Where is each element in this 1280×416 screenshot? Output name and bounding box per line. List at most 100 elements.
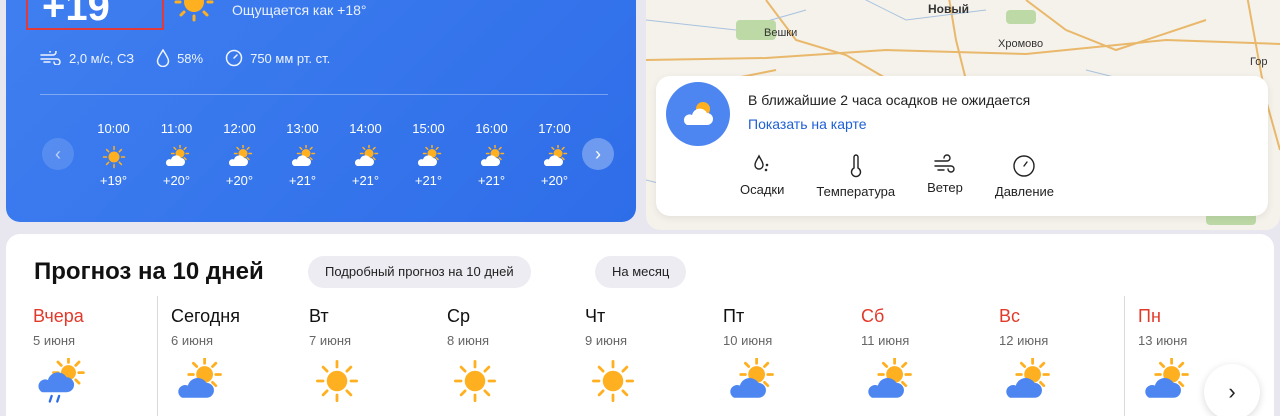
day-name: Сегодня — [171, 306, 240, 326]
day-item[interactable]: Чт 9 июня — [572, 296, 710, 416]
hour-temp: +21° — [288, 173, 317, 188]
map-layer-tabs: Осадки Температура Ветер Давление — [740, 154, 1086, 199]
sun-icon — [316, 360, 358, 402]
hour-item[interactable]: 14:00 +21° — [334, 121, 397, 188]
ten-day-forecast: Прогноз на 10 дней Подробный прогноз на … — [6, 234, 1274, 416]
hourly-forecast: 10:00 +19° 11:00 +20° 12:00 +20° 13:00 +21° 14:0… — [82, 121, 586, 188]
divider — [40, 94, 608, 95]
sun-icon — [592, 360, 634, 402]
gauge-icon — [225, 49, 243, 67]
precipitation-message: В ближайшие 2 часа осадков не ожидается — [748, 92, 1031, 108]
hour-item[interactable]: 16:00 +21° — [460, 121, 523, 188]
partly-cloudy-icon — [417, 144, 441, 166]
hour-temp: +20° — [540, 173, 569, 188]
hour-time: 14:00 — [349, 121, 382, 136]
hourly-next-button[interactable]: › — [582, 138, 614, 170]
forecast-title: Прогноз на 10 дней — [34, 258, 264, 285]
day-name: Пн — [1138, 306, 1161, 326]
hour-item[interactable]: 17:00 +20° — [523, 121, 586, 188]
hour-time: 17:00 — [538, 121, 571, 136]
day-date: 9 июня — [585, 333, 628, 348]
month-forecast-button[interactable]: На месяц — [595, 256, 687, 288]
day-name: Чт — [585, 306, 606, 326]
hour-item[interactable]: 11:00 +20° — [145, 121, 208, 188]
tab-label: Давление — [994, 184, 1055, 199]
day-name: Ср — [447, 306, 471, 326]
hour-temp: +21° — [477, 173, 506, 188]
current-temperature[interactable]: +19 — [26, 0, 164, 30]
hour-time: 16:00 — [475, 121, 508, 136]
pressure-info: 750 мм рт. ст. — [225, 49, 330, 67]
day-item[interactable]: Вт 7 июня — [296, 296, 434, 416]
day-item[interactable]: Вчера 5 июня — [20, 296, 158, 416]
hour-time: 11:00 — [160, 121, 193, 136]
current-weather-card: +19 Ощущается как +18° 2,0 м/с, СЗ 58% 7… — [6, 0, 636, 222]
days-row: Вчера 5 июня Сегодня 6 июня Вт 7 июня Ср 8 июня… — [20, 296, 1262, 416]
humidity-info: 58% — [156, 49, 203, 67]
day-name: Сб — [861, 306, 885, 326]
day-name: Вчера — [33, 306, 84, 326]
forecast-next-button[interactable]: › — [1204, 364, 1260, 416]
hour-item[interactable]: 13:00 +21° — [271, 121, 334, 188]
hour-time: 10:00 — [97, 121, 130, 136]
map-label-town: Вешки — [764, 27, 798, 39]
day-date: 5 июня — [33, 333, 76, 348]
precipitation-card: В ближайшие 2 часа осадков не ожидается … — [656, 76, 1268, 216]
hour-time: 13:00 — [286, 121, 319, 136]
day-item[interactable]: Пт 10 июня — [710, 296, 848, 416]
partly-cloudy-icon — [165, 144, 189, 166]
wind-icon — [40, 51, 61, 65]
map-label-city: Новый — [928, 2, 969, 16]
drops-icon — [754, 154, 769, 172]
humidity-value: 58% — [177, 50, 204, 66]
partly-cloudy-icon — [228, 144, 252, 166]
day-date: 7 июня — [309, 333, 352, 348]
day-date: 11 июня — [861, 333, 910, 348]
map-label-edge: Гор — [1250, 56, 1268, 68]
day-item[interactable]: Вс 12 июня — [986, 296, 1124, 416]
partly-cloudy-icon — [291, 144, 315, 166]
partly-cloudy-icon — [354, 144, 378, 166]
detailed-forecast-button[interactable]: Подробный прогноз на 10 дней — [308, 256, 531, 288]
day-item[interactable]: Сегодня 6 июня — [158, 296, 296, 416]
partly-cloudy-icon — [1006, 357, 1050, 398]
rain-cloud-icon — [38, 356, 85, 403]
day-name: Пт — [723, 306, 745, 326]
map-label-village: Хромово — [998, 38, 1044, 50]
chevron-right-icon: › — [1228, 379, 1236, 404]
pressure-value: 750 мм рт. ст. — [250, 50, 331, 66]
current-conditions: 2,0 м/с, СЗ 58% 750 мм рт. ст. — [40, 49, 330, 67]
tab-temperature[interactable]: Температура — [816, 154, 895, 199]
day-date: 13 июня — [1138, 333, 1188, 348]
partly-cloudy-icon — [178, 357, 222, 398]
tab-label: Осадки — [740, 182, 785, 197]
day-name: Вт — [309, 306, 329, 326]
hour-item[interactable]: 15:00 +21° — [397, 121, 460, 188]
hour-temp: +20° — [162, 173, 191, 188]
hourly-prev-button[interactable]: ‹ — [42, 138, 74, 170]
day-item[interactable]: Ср 8 июня — [434, 296, 572, 416]
tab-wind[interactable]: Ветер — [927, 154, 963, 199]
day-item[interactable]: Сб 11 июня — [848, 296, 986, 416]
thermometer-icon — [850, 154, 861, 178]
tab-pressure[interactable]: Давление — [995, 154, 1054, 199]
feels-like-text: Ощущается как +18° — [232, 2, 367, 18]
hour-temp: +21° — [351, 173, 380, 188]
drop-icon — [156, 49, 170, 67]
partly-cloudy-icon — [666, 82, 730, 146]
hour-item[interactable]: 12:00 +20° — [208, 121, 271, 188]
wind-icon — [934, 154, 955, 173]
show-on-map-link[interactable]: Показать на карте — [748, 116, 867, 132]
wind-value: 2,0 м/с, СЗ — [69, 50, 135, 66]
tab-precipitation[interactable]: Осадки — [740, 154, 784, 199]
sun-icon — [174, 0, 214, 22]
chevron-left-icon: ‹ — [55, 143, 61, 164]
day-name: Вс — [999, 306, 1021, 326]
partly-cloudy-icon — [868, 357, 912, 398]
hour-temp: +19° — [99, 173, 128, 188]
hour-temp: +21° — [414, 173, 443, 188]
gauge-icon — [1013, 155, 1036, 177]
day-date: 12 июня — [999, 333, 1049, 348]
hour-item[interactable]: 10:00 +19° — [82, 121, 145, 188]
chevron-right-icon: › — [595, 143, 601, 164]
